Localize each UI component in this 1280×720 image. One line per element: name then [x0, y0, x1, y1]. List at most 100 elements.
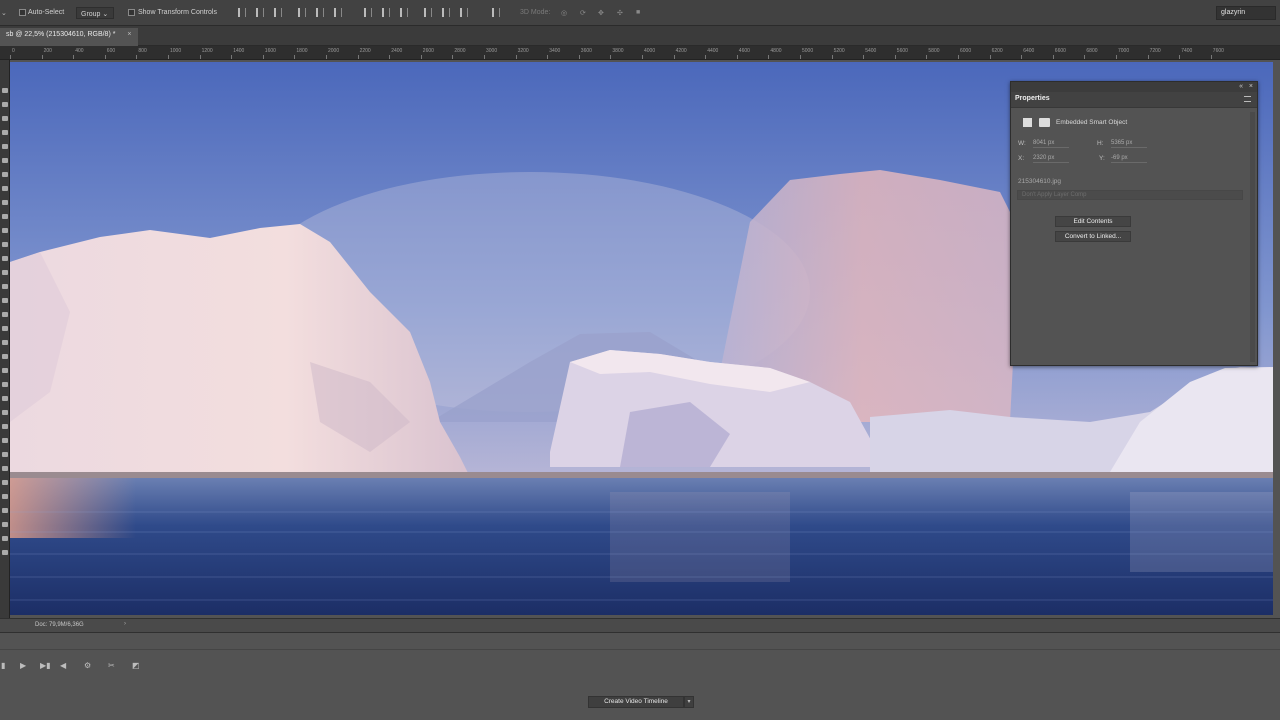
ruler-tick — [1179, 55, 1181, 59]
tool-icon[interactable] — [2, 116, 8, 121]
ruler-tick-label: 5200 — [833, 48, 845, 54]
align-vcenter-icon[interactable] — [256, 8, 264, 17]
tool-icon[interactable] — [2, 480, 8, 485]
height-field[interactable]: 5365 px — [1111, 140, 1147, 148]
tool-icon[interactable] — [2, 172, 8, 177]
distribute-right-icon[interactable] — [460, 8, 468, 17]
tool-icon[interactable] — [2, 536, 8, 541]
ruler-tick — [452, 55, 454, 59]
width-field[interactable]: 8041 px — [1033, 140, 1069, 148]
ruler-tick-label: 4000 — [644, 48, 656, 54]
3d-scale-icon[interactable]: ■ — [636, 9, 640, 16]
tool-icon[interactable] — [2, 144, 8, 149]
workspace-selector[interactable]: glazyrin — [1216, 6, 1276, 20]
move-tool-chevron-icon[interactable]: ⌄ — [1, 9, 7, 17]
doc-size-info[interactable]: Doc: 79,9M/6,36G — [35, 622, 84, 628]
close-panel-icon[interactable]: × — [1249, 83, 1253, 90]
tool-icon[interactable] — [2, 130, 8, 135]
tool-icon[interactable] — [2, 438, 8, 443]
ruler-tick — [578, 55, 580, 59]
tool-icon[interactable] — [2, 508, 8, 513]
tool-icon[interactable] — [2, 88, 8, 93]
auto-select-checkbox[interactable] — [19, 9, 26, 16]
first-frame-icon[interactable]: ▮ — [1, 661, 5, 670]
layer-mask-icon[interactable] — [1039, 118, 1050, 127]
distribute-left-icon[interactable] — [424, 8, 432, 17]
3d-mode-label: 3D Mode: — [520, 9, 551, 16]
align-bottom-icon[interactable] — [274, 8, 282, 17]
auto-align-icon[interactable] — [492, 8, 500, 17]
transition-icon[interactable]: ◩ — [132, 661, 140, 670]
tool-icon[interactable] — [2, 340, 8, 345]
tool-icon[interactable] — [2, 312, 8, 317]
tool-icon[interactable] — [2, 256, 8, 261]
tool-icon[interactable] — [2, 424, 8, 429]
tool-icon[interactable] — [2, 298, 8, 303]
tool-icon[interactable] — [2, 410, 8, 415]
collapse-panel-icon[interactable]: « — [1239, 83, 1243, 90]
distribute-hcenter-icon[interactable] — [442, 8, 450, 17]
convert-to-linked-button[interactable]: Convert to Linked... — [1055, 231, 1131, 242]
tool-icon[interactable] — [2, 326, 8, 331]
align-right-icon[interactable] — [334, 8, 342, 17]
timeline-dropdown-arrow-icon[interactable]: ▾ — [684, 696, 694, 708]
ruler-tick-label: 6600 — [1054, 48, 1066, 54]
step-back-icon[interactable]: ◀ — [60, 661, 66, 670]
tool-icon[interactable] — [2, 396, 8, 401]
3d-roll-icon[interactable]: ⟳ — [580, 9, 586, 17]
document-tab[interactable]: sb @ 22,5% (215304610, RGB/8) * × — [0, 28, 138, 46]
tool-icon[interactable] — [2, 522, 8, 527]
tool-icon[interactable] — [2, 452, 8, 457]
panel-scrollbar[interactable] — [1250, 112, 1255, 362]
create-video-timeline-button[interactable]: Create Video Timeline — [588, 696, 684, 708]
tab-properties[interactable]: Properties — [1015, 95, 1050, 102]
ruler-tick — [484, 55, 485, 59]
ruler-tick-label: 7400 — [1181, 48, 1193, 54]
tool-icon[interactable] — [2, 200, 8, 205]
close-tab-icon[interactable]: × — [127, 31, 131, 38]
ruler-tick — [705, 55, 707, 59]
layer-comp-dropdown[interactable]: Don't Apply Layer Comp — [1017, 190, 1243, 200]
show-transform-label: Show Transform Controls — [138, 9, 217, 16]
show-transform-checkbox[interactable] — [128, 9, 135, 16]
align-top-icon[interactable] — [238, 8, 246, 17]
auto-select-target-dropdown[interactable]: Group ⌄ — [76, 7, 114, 19]
3d-slide-icon[interactable]: ✣ — [617, 9, 623, 17]
tool-icon[interactable] — [2, 368, 8, 373]
tool-icon[interactable] — [2, 550, 8, 555]
ruler-tick-label: 4600 — [738, 48, 750, 54]
tool-icon[interactable] — [2, 284, 8, 289]
panel-menu-icon[interactable] — [1244, 96, 1251, 102]
settings-gear-icon[interactable]: ⚙ — [84, 661, 91, 670]
ruler-tick — [894, 55, 896, 59]
tool-icon[interactable] — [2, 354, 8, 359]
tool-icon[interactable] — [2, 214, 8, 219]
status-menu-arrow-icon[interactable]: › — [124, 621, 126, 627]
play-icon[interactable]: ▶ — [20, 661, 26, 670]
tool-icon[interactable] — [2, 494, 8, 499]
ruler-tick — [547, 55, 549, 59]
tool-icon[interactable] — [2, 228, 8, 233]
scissors-icon[interactable]: ✂ — [108, 661, 115, 670]
align-hcenter-icon[interactable] — [316, 8, 324, 17]
3d-rotate-icon[interactable]: ◎ — [561, 9, 567, 17]
tool-icon[interactable] — [2, 158, 8, 163]
align-left-icon[interactable] — [298, 8, 306, 17]
distribute-top-icon[interactable] — [364, 8, 372, 17]
tool-icon[interactable] — [2, 186, 8, 191]
ruler-tick-label: 5400 — [865, 48, 877, 54]
ruler-tick — [673, 55, 675, 59]
tool-icon[interactable] — [2, 466, 8, 471]
distribute-vcenter-icon[interactable] — [382, 8, 390, 17]
tool-icon[interactable] — [2, 102, 8, 107]
tool-icon[interactable] — [2, 382, 8, 387]
ruler-tick — [357, 55, 359, 59]
step-forward-icon[interactable]: ▶▮ — [40, 661, 51, 670]
tool-icon[interactable] — [2, 242, 8, 247]
x-position-field[interactable]: 2320 px — [1033, 155, 1069, 163]
3d-drag-icon[interactable]: ✥ — [598, 9, 604, 17]
distribute-bottom-icon[interactable] — [400, 8, 408, 17]
edit-contents-button[interactable]: Edit Contents — [1055, 216, 1131, 227]
tool-icon[interactable] — [2, 270, 8, 275]
y-position-field[interactable]: -69 px — [1111, 155, 1147, 163]
